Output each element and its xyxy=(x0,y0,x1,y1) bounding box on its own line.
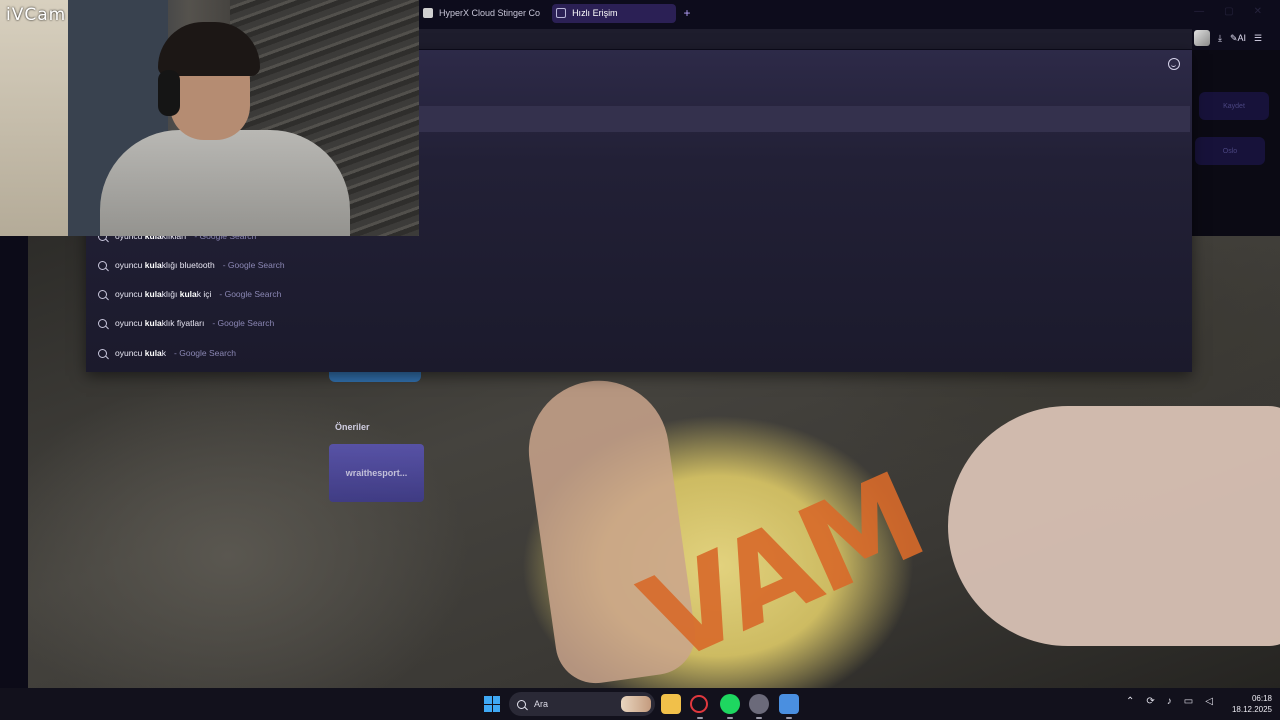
suggestion-source: - Google Search xyxy=(212,318,275,328)
speed-dial-pill[interactable] xyxy=(329,372,421,382)
address-bar[interactable] xyxy=(419,29,1192,49)
headset-icon xyxy=(158,70,180,116)
suggestion-item[interactable]: oyuncu kulaklık fiyatları - Google Searc… xyxy=(98,316,274,330)
speed-dial-card[interactable]: wraithesport... xyxy=(329,444,424,502)
tab-label: Hızlı Erişim xyxy=(572,8,618,18)
maximize-icon[interactable]: ▢ xyxy=(1224,6,1233,17)
webcam-overlay: iVCam xyxy=(0,0,419,236)
new-tab-button[interactable]: + xyxy=(680,6,694,20)
taskbar-clock[interactable]: 06:18 18.12.2025 xyxy=(1226,693,1272,715)
search-icon xyxy=(517,699,526,709)
ai-button[interactable]: ✎AI xyxy=(1230,33,1246,44)
window-controls: — ▢ ✕ xyxy=(1194,6,1262,17)
tab-strip: HyperX Cloud Stinger Co Hızlı Erişim + xyxy=(419,3,694,23)
suggestion-item[interactable]: oyuncu kulaklığı bluetooth - Google Sear… xyxy=(98,258,285,272)
microphone-icon[interactable]: ♪ xyxy=(1167,696,1172,707)
taskbar-search[interactable]: Ara xyxy=(509,692,655,716)
search-icon xyxy=(98,260,107,270)
menu-icon[interactable]: ☰ xyxy=(1254,33,1262,44)
search-icon xyxy=(98,348,107,358)
suggestion-source: - Google Search xyxy=(219,289,282,299)
page-icon xyxy=(423,8,433,18)
app-icon[interactable] xyxy=(749,694,769,714)
download-icon[interactable]: ⤓ xyxy=(1218,33,1222,44)
file-explorer-icon[interactable] xyxy=(661,694,681,714)
webcam-shelf xyxy=(0,0,68,236)
suggestion-source: - Google Search xyxy=(222,260,285,270)
clock-date: 18.12.2025 xyxy=(1231,705,1272,714)
suggestion-text: oyuncu kulaklık fiyatları xyxy=(115,318,205,328)
store-icon[interactable] xyxy=(779,694,799,714)
suggestion-text: oyuncu kulak xyxy=(115,348,167,358)
left-strip xyxy=(0,236,28,688)
search-icon xyxy=(98,318,107,328)
chevron-up-icon[interactable]: ⌃ xyxy=(1126,696,1134,707)
search-highlight-image xyxy=(621,696,651,712)
volume-icon[interactable]: ◁ xyxy=(1205,696,1213,707)
tab-label: HyperX Cloud Stinger Co xyxy=(439,8,541,18)
search-icon xyxy=(98,289,107,299)
ai-label: AI xyxy=(1237,32,1247,43)
emoji-icon[interactable] xyxy=(1168,58,1180,70)
suggestion-source: - Google Search xyxy=(174,348,236,358)
speed-dial-card-label: wraithesport... xyxy=(345,468,408,478)
taskbar-search-placeholder: Ara xyxy=(534,699,549,709)
close-icon[interactable]: ✕ xyxy=(1254,6,1262,17)
spotify-icon[interactable] xyxy=(720,694,740,714)
screen: VAM HyperX Cloud Stinger Co Hızlı Erişim… xyxy=(0,0,1280,720)
avatar[interactable] xyxy=(1194,30,1210,46)
active-app-indicator xyxy=(786,717,792,719)
suggestion-item[interactable]: oyuncu kulak - Google Search xyxy=(98,346,236,360)
suggestion-item[interactable]: oyuncu kulaklığı kulak içi - Google Sear… xyxy=(98,287,281,301)
active-app-indicator xyxy=(697,717,703,719)
ghost-button-label: Oslo xyxy=(1222,147,1238,155)
wallpaper-arm xyxy=(948,406,1280,646)
minimize-icon[interactable]: — xyxy=(1194,6,1204,17)
clock-time: 06:18 xyxy=(1251,694,1272,703)
webcam-logo: iVCam xyxy=(6,5,67,25)
suggestion-text: oyuncu kulaklığı kulak içi xyxy=(115,289,212,299)
tab-hyperx[interactable]: HyperX Cloud Stinger Co xyxy=(419,4,548,23)
opera-gx-icon[interactable] xyxy=(690,695,708,713)
active-app-indicator xyxy=(756,717,762,719)
system-tray: ⌃ ⟳ ♪ ▭ ◁ xyxy=(1126,696,1213,707)
ghost-button-label: Kaydet xyxy=(1223,102,1245,110)
display-icon[interactable]: ▭ xyxy=(1184,696,1193,707)
sync-icon[interactable]: ⟳ xyxy=(1146,696,1154,707)
active-app-indicator xyxy=(727,717,733,719)
suggestions-section-label: Öneriler xyxy=(335,422,370,432)
windows-start-icon[interactable] xyxy=(484,696,500,712)
suggestion-text: oyuncu kulaklığı bluetooth xyxy=(115,260,215,270)
taskbar: Ara ⌃ ⟳ ♪ ▭ ◁ 06:18 18.12.2025 xyxy=(0,688,1280,720)
webcam-person-body xyxy=(100,130,350,236)
ghost-button-bottom[interactable]: Oslo xyxy=(1195,137,1265,165)
tab-hizli-erisim[interactable]: Hızlı Erişim xyxy=(552,3,677,23)
toolbar-right: ⤓ ✎AI ☰ xyxy=(1194,30,1262,46)
ghost-button-top[interactable]: Kaydet xyxy=(1199,92,1269,120)
grid-icon xyxy=(556,8,567,18)
